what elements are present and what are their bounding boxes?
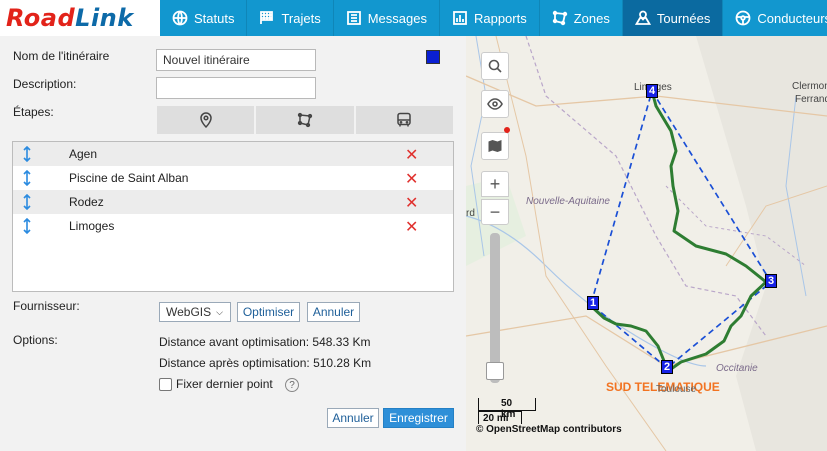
- list-item: Agen ✕: [13, 142, 453, 166]
- options-label: Options:: [13, 333, 58, 347]
- drag-handle-icon[interactable]: [22, 169, 32, 187]
- route-marker-4[interactable]: 4: [646, 84, 658, 98]
- nav-zones[interactable]: Zones: [539, 0, 623, 36]
- nav-conducteurs[interactable]: Conducteurs: [723, 0, 827, 36]
- zoom-in-button[interactable]: +: [481, 171, 509, 197]
- nav-statuts[interactable]: Statuts: [160, 0, 248, 36]
- map-route-icon: [634, 10, 651, 25]
- stage-type-tabs: [157, 106, 453, 134]
- route-name-input[interactable]: [156, 49, 316, 71]
- save-button[interactable]: Enregistrer: [383, 408, 454, 428]
- report-icon: [453, 11, 467, 25]
- map-place-ferrand: Ferrand: [795, 94, 827, 105]
- drag-handle-icon[interactable]: [22, 193, 32, 211]
- message-icon: [346, 11, 361, 25]
- map-pin-icon: [199, 112, 212, 129]
- fix-last-point-label: Fixer dernier point: [176, 377, 273, 391]
- delete-stage-icon[interactable]: ✕: [405, 169, 418, 188]
- bus-icon: [397, 112, 412, 127]
- notification-dot: [504, 127, 510, 133]
- zoom-out-button[interactable]: −: [481, 199, 509, 225]
- route-color-swatch[interactable]: [426, 50, 440, 64]
- tab-stop[interactable]: [355, 106, 453, 134]
- cancel-button[interactable]: Annuler: [327, 408, 379, 428]
- optimize-button[interactable]: Optimiser: [237, 302, 300, 322]
- logo-part-road: Road: [6, 4, 76, 32]
- eye-icon: [487, 98, 503, 110]
- scale-km: 50 km: [478, 398, 536, 420]
- logo-part-link: Link: [75, 4, 134, 32]
- nav-label: Conducteurs: [757, 10, 827, 26]
- zoom-slider-track[interactable]: [490, 233, 500, 383]
- delete-stage-icon[interactable]: ✕: [405, 217, 418, 236]
- map-visibility-button[interactable]: [481, 90, 509, 118]
- distance-after-text: Distance après optimisation: 510.28 Km: [159, 356, 372, 370]
- chevron-down-icon: ⌵: [216, 306, 223, 317]
- nav-tournees[interactable]: Tournées: [622, 0, 724, 36]
- map-layers-icon: [488, 140, 502, 152]
- roadlink-logo[interactable]: Road Link: [0, 0, 160, 36]
- description-input[interactable]: [156, 77, 316, 99]
- provider-select[interactable]: WebGIS ⌵: [159, 302, 231, 322]
- map-place-clermont: Clermon: [792, 81, 827, 92]
- list-item: Limoges ✕: [13, 214, 453, 238]
- steering-wheel-icon: [735, 10, 751, 26]
- provider-label: Fournisseur:: [13, 299, 80, 313]
- nav-rapports[interactable]: Rapports: [439, 0, 540, 36]
- drag-handle-icon[interactable]: [22, 145, 32, 163]
- tab-zone[interactable]: [256, 106, 354, 134]
- distance-before-text: Distance avant optimisation: 548.33 Km: [159, 335, 371, 349]
- fix-last-point-checkbox[interactable]: [159, 378, 172, 391]
- top-bar: Road Link Statuts Trajets Messages Rappor…: [0, 0, 827, 36]
- map-attribution[interactable]: © OpenStreetMap contributors: [476, 424, 622, 435]
- stages-label: Étapes:: [13, 105, 54, 119]
- map-place-fragment: rd: [466, 208, 475, 219]
- stage-list: Agen ✕ Piscine de Saint Alban ✕ Rodez ✕ …: [12, 141, 454, 292]
- list-item: Piscine de Saint Alban ✕: [13, 166, 453, 190]
- route-form-panel: Nom de l'itinéraire Description: Étapes:…: [0, 36, 466, 451]
- zones-icon: [297, 112, 313, 128]
- map-search-button[interactable]: [481, 52, 509, 80]
- map-view[interactable]: Limoges Clermon Ferrand rd Nouvelle-Aqui…: [466, 36, 827, 451]
- drag-handle-icon[interactable]: [22, 217, 32, 235]
- description-label: Description:: [13, 77, 77, 91]
- main-nav: Statuts Trajets Messages Rapports Zones …: [160, 0, 827, 36]
- zones-icon: [552, 10, 567, 26]
- map-region-occitanie: Occitanie: [716, 363, 758, 374]
- delete-stage-icon[interactable]: ✕: [405, 145, 418, 164]
- stage-name: Rodez: [69, 195, 104, 209]
- route-marker-1[interactable]: 1: [587, 296, 599, 310]
- nav-messages[interactable]: Messages: [333, 0, 440, 36]
- zoom-slider-handle[interactable]: [486, 362, 504, 380]
- map-place-toulouse: Toulouse: [656, 384, 697, 395]
- cancel-optimization-button[interactable]: Annuler: [307, 302, 360, 322]
- nav-label: Trajets: [281, 10, 321, 26]
- globe-icon: [172, 10, 188, 26]
- map-region-nouvelle-aquitaine: Nouvelle-Aquitaine: [526, 196, 610, 207]
- route-marker-3[interactable]: 3: [765, 274, 777, 288]
- flag-icon: [260, 11, 274, 24]
- stage-name: Agen: [69, 147, 98, 161]
- stage-name: Piscine de Saint Alban: [69, 171, 189, 185]
- list-item: Rodez ✕: [13, 190, 453, 214]
- nav-trajets[interactable]: Trajets: [247, 0, 334, 36]
- search-icon: [488, 59, 502, 73]
- route-marker-2[interactable]: 2: [661, 360, 673, 374]
- tab-address-point[interactable]: [157, 106, 255, 134]
- nav-label: Messages: [367, 10, 427, 26]
- nav-label: Tournées: [656, 10, 711, 26]
- stage-name: Limoges: [69, 219, 115, 233]
- help-icon[interactable]: ?: [285, 378, 299, 392]
- provider-value: WebGIS: [166, 305, 212, 319]
- map-scale: 50 km 20 mi: [478, 398, 536, 424]
- nav-label: Statuts: [194, 10, 235, 26]
- nav-label: Zones: [573, 10, 610, 26]
- nav-label: Rapports: [473, 10, 527, 26]
- delete-stage-icon[interactable]: ✕: [405, 193, 418, 212]
- route-name-label: Nom de l'itinéraire: [13, 49, 110, 63]
- map-layers-button[interactable]: [481, 132, 509, 160]
